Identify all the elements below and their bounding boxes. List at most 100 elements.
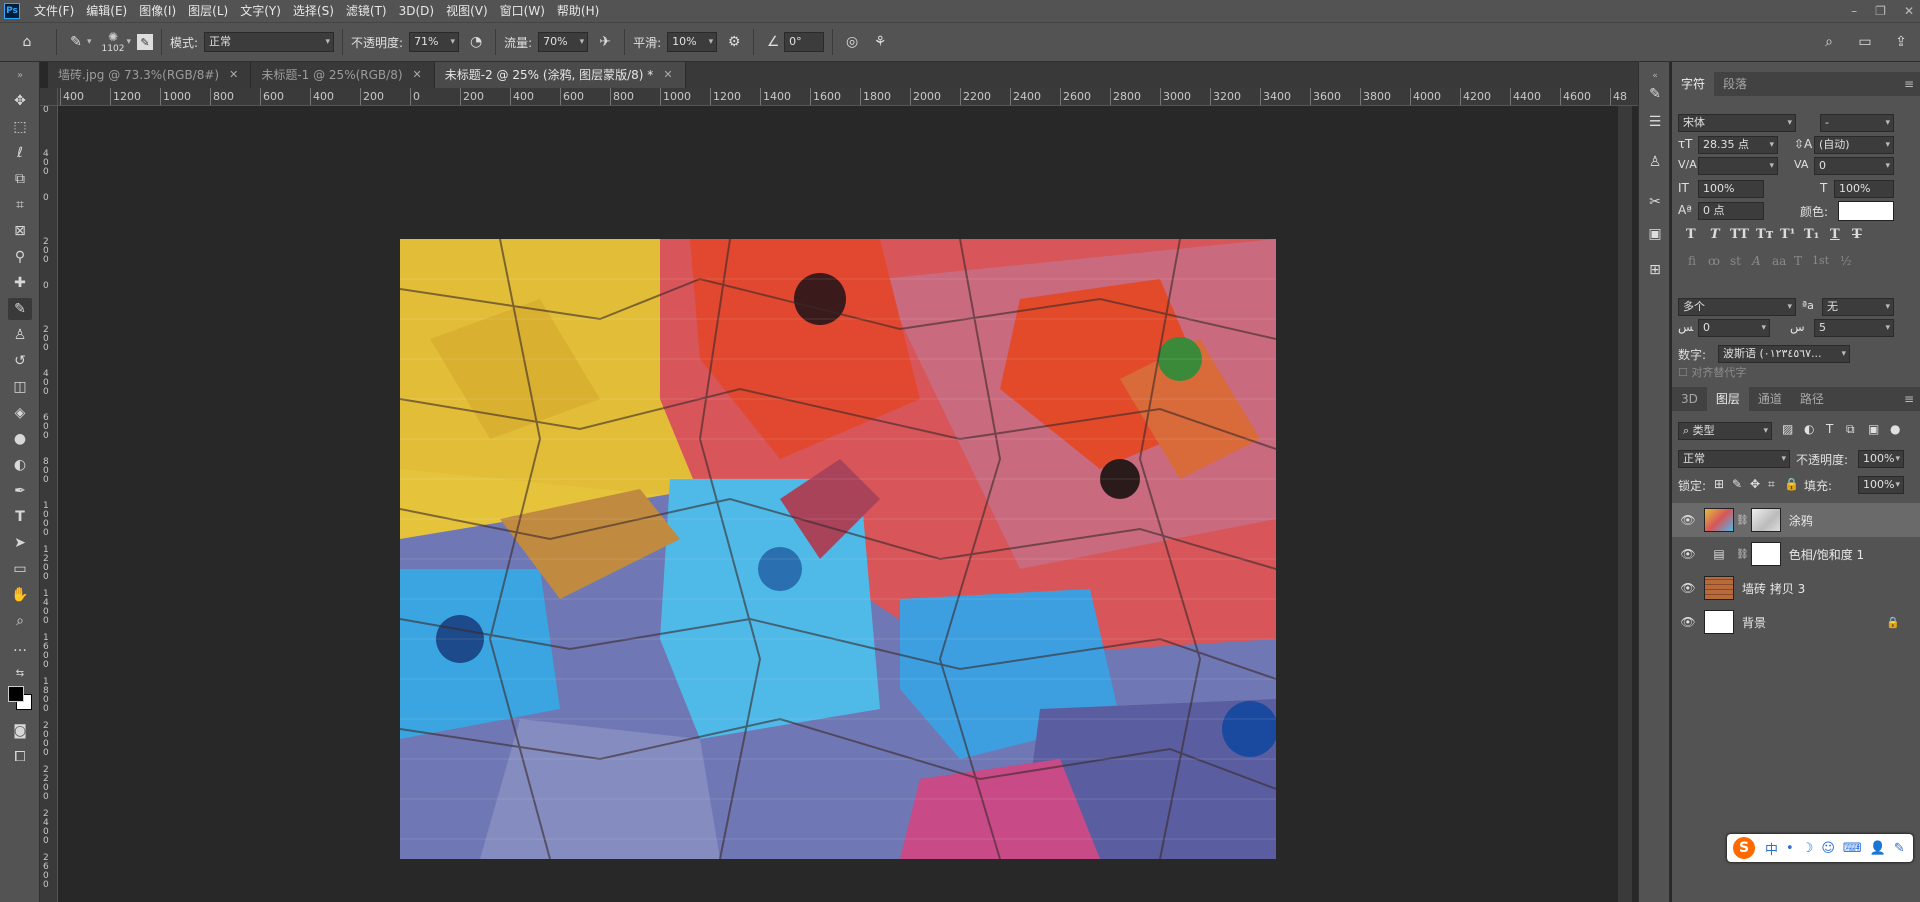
menu-type[interactable]: 文字(Y): [234, 0, 287, 22]
titling-alternates-button[interactable]: T: [1794, 254, 1802, 268]
font-size-input[interactable]: 28.35 点 ▾: [1698, 136, 1778, 154]
home-icon[interactable]: ⌂: [16, 31, 38, 53]
small-caps-button[interactable]: Tт: [1756, 227, 1774, 242]
menu-layer[interactable]: 图层(L): [182, 0, 234, 22]
eraser-tool-icon[interactable]: ◫: [8, 376, 32, 398]
clone-stamp-tool-icon[interactable]: ♙: [8, 324, 32, 346]
punctuation-button[interactable]: •: [1786, 841, 1794, 856]
quick-mask-icon[interactable]: ◙: [8, 720, 32, 742]
tab-character[interactable]: 字符: [1672, 72, 1715, 96]
swap-colors-icon[interactable]: ⇆: [8, 662, 32, 684]
menu-select[interactable]: 选择(S): [287, 0, 340, 22]
faux-bold-button[interactable]: T: [1686, 227, 1696, 242]
filter-toggle-icon[interactable]: ●: [1890, 422, 1900, 436]
filter-shape-icon[interactable]: ⧉: [1846, 422, 1855, 437]
menu-filter[interactable]: 滤镜(T): [340, 0, 393, 22]
tab-layers[interactable]: 图层: [1706, 387, 1749, 411]
more-tools-icon[interactable]: …: [8, 636, 32, 658]
old-style-button[interactable]: ꝏ: [1708, 254, 1720, 268]
tab-paragraph[interactable]: 段落: [1714, 72, 1756, 96]
pen-tool-icon[interactable]: ✒: [8, 480, 32, 502]
dodge-tool-icon[interactable]: ◐: [8, 454, 32, 476]
zoom-tool-icon[interactable]: ⌕: [8, 610, 32, 632]
superscript-button[interactable]: T¹: [1780, 227, 1795, 242]
layer-row-hue-saturation[interactable]: 👁 ▤ ⛓ 色相/饱和度 1: [1672, 537, 1920, 571]
tab-paths[interactable]: 路径: [1791, 387, 1833, 411]
lock-position-icon[interactable]: ✥: [1750, 477, 1760, 491]
field-a-input[interactable]: 0 ▾: [1698, 319, 1770, 337]
ime-toolbar[interactable]: S 中 • ☽ ☺ ⌨ 👤 ✎: [1727, 834, 1913, 862]
tools-icon[interactable]: ✎: [1894, 841, 1905, 856]
chain-icon[interactable]: ⛓: [1736, 515, 1749, 526]
vertical-scrollbar[interactable]: [1618, 106, 1632, 902]
layer-row-brick-copy[interactable]: 👁 墙砖 拷贝 3: [1672, 571, 1920, 605]
hand-tool-icon[interactable]: ✋: [8, 584, 32, 606]
visibility-eye-icon[interactable]: 👁: [1678, 615, 1698, 629]
vertical-scale-input[interactable]: 100%: [1698, 180, 1764, 198]
tool-presets-panel-icon[interactable]: ✂: [1643, 190, 1667, 214]
menu-window[interactable]: 窗口(W): [494, 0, 551, 22]
brush-preset-picker[interactable]: ✺ 1102: [102, 30, 125, 54]
panel-menu-icon[interactable]: ≡: [1904, 392, 1914, 406]
alt-glyphs-checkbox[interactable]: ☐ 对齐替代字: [1678, 364, 1746, 380]
field-b-input[interactable]: 5 ▾: [1814, 319, 1894, 337]
search-icon[interactable]: ⌕: [1818, 31, 1840, 53]
paint-bucket-tool-icon[interactable]: ◈: [8, 402, 32, 424]
workspace-icon[interactable]: ▭: [1854, 31, 1876, 53]
all-caps-button[interactable]: TT: [1730, 227, 1749, 242]
tracking-input[interactable]: 0 ▾: [1814, 157, 1894, 175]
layer-mask-thumbnail[interactable]: [1750, 542, 1781, 566]
lock-transparent-icon[interactable]: ⊞: [1714, 477, 1724, 491]
brush-settings-icon[interactable]: ✎: [136, 34, 153, 50]
libraries-panel-icon[interactable]: ▣: [1643, 222, 1667, 246]
foreground-color-swatch[interactable]: [8, 686, 24, 702]
filter-smartobject-icon[interactable]: ▣: [1868, 422, 1879, 436]
faux-italic-button[interactable]: T: [1710, 227, 1720, 242]
visibility-eye-icon[interactable]: 👁: [1678, 513, 1698, 527]
move-tool-icon[interactable]: ✥: [8, 90, 32, 112]
tab-doc-1[interactable]: 墙砖.jpg @ 73.3%(RGB/8#) ✕: [48, 62, 252, 88]
moon-icon[interactable]: ☽: [1802, 841, 1814, 856]
lasso-tool-icon[interactable]: ℓ: [8, 142, 32, 164]
text-color-swatch[interactable]: [1838, 201, 1894, 221]
rectangle-tool-icon[interactable]: ▭: [8, 558, 32, 580]
discretionary-ligature-button[interactable]: st: [1730, 254, 1741, 268]
panel-menu-icon[interactable]: ≡: [1904, 77, 1914, 91]
kerning-input[interactable]: ▾: [1698, 157, 1778, 175]
menu-edit[interactable]: 编辑(E): [80, 0, 133, 22]
minimize-button[interactable]: –: [1851, 4, 1857, 18]
layer-filter-select[interactable]: ⌕ 类型 ▾: [1678, 422, 1772, 440]
brush-settings-panel-icon[interactable]: ✎: [1643, 82, 1667, 106]
layer-row-background[interactable]: 👁 背景 🔒: [1672, 605, 1920, 639]
menu-help[interactable]: 帮助(H): [551, 0, 605, 22]
fractions-button[interactable]: ½: [1840, 254, 1852, 268]
eyedropper-tool-icon[interactable]: ⚲: [8, 246, 32, 268]
object-select-tool-icon[interactable]: ⧉: [8, 168, 32, 190]
airbrush-icon[interactable]: ✈: [594, 31, 616, 53]
menu-3d[interactable]: 3D(D): [393, 0, 440, 22]
lock-all-icon[interactable]: 🔒: [1784, 477, 1799, 491]
brush-tool-icon[interactable]: ✎: [65, 31, 87, 53]
type-tool-icon[interactable]: T: [8, 506, 32, 528]
blur-tool-icon[interactable]: ●: [8, 428, 32, 450]
mode-select[interactable]: 正常 ▾: [204, 32, 335, 52]
flow-input[interactable]: 70% ▾: [538, 32, 589, 52]
user-icon[interactable]: 👤: [1870, 841, 1886, 856]
stylistic-alternates-button[interactable]: aa: [1772, 254, 1786, 268]
layer-blend-mode-select[interactable]: 正常 ▾: [1678, 450, 1790, 468]
pressure-opacity-icon[interactable]: ◔: [465, 31, 487, 53]
close-icon[interactable]: ✕: [663, 62, 672, 88]
ruler-origin[interactable]: [40, 88, 58, 106]
language-select[interactable]: 多个 ▾: [1678, 298, 1796, 316]
tab-3d[interactable]: 3D: [1672, 387, 1707, 411]
swash-button[interactable]: A: [1752, 254, 1761, 268]
history-brush-tool-icon[interactable]: ↺: [8, 350, 32, 372]
filter-type-icon[interactable]: T: [1826, 422, 1833, 436]
leading-input[interactable]: (自动) ▾: [1814, 136, 1894, 154]
layer-mask-thumbnail[interactable]: [1750, 508, 1781, 532]
layer-fill-input[interactable]: 100% ▾: [1858, 476, 1904, 494]
visibility-eye-icon[interactable]: 👁: [1678, 581, 1698, 595]
tab-doc-3[interactable]: 未标题-2 @ 25% (涂鸦, 图层蒙版/8) * ✕: [434, 62, 686, 88]
gear-icon[interactable]: ⚙: [723, 31, 745, 53]
menu-file[interactable]: 文件(F): [28, 0, 80, 22]
